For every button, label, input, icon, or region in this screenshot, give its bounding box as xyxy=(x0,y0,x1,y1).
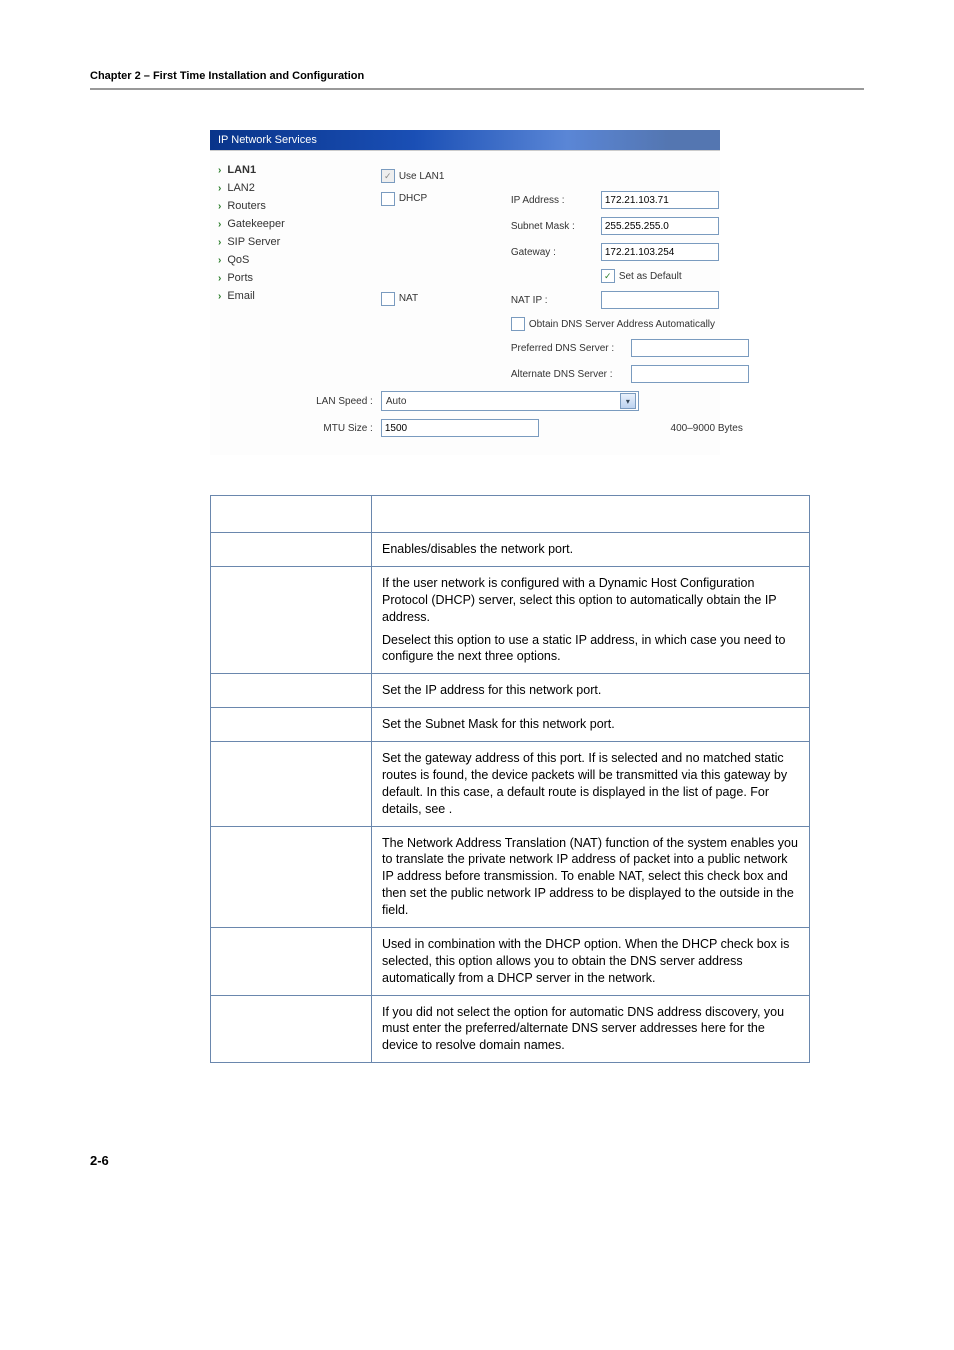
table-row: Set the Subnet Mask for this network por… xyxy=(211,708,810,742)
sidebar-item-lan2[interactable]: ›LAN2 xyxy=(216,179,287,197)
alternate-dns-label: Alternate DNS Server : xyxy=(511,369,631,380)
chevron-icon: › xyxy=(218,219,221,230)
subnet-mask-input[interactable] xyxy=(601,217,719,235)
table-row: The Network Address Translation (NAT) fu… xyxy=(211,826,810,927)
setting-name-cell xyxy=(211,708,372,742)
setting-desc-cell: The Network Address Translation (NAT) fu… xyxy=(372,826,810,927)
preferred-dns-input[interactable] xyxy=(631,339,749,357)
setting-name-cell xyxy=(211,742,372,827)
header-rule xyxy=(90,88,864,90)
obtain-dns-auto-checkbox[interactable]: Obtain DNS Server Address Automatically xyxy=(511,317,715,331)
setting-desc-cell: Set the gateway address of this port. If… xyxy=(372,742,810,827)
chevron-down-icon: ▾ xyxy=(620,393,636,409)
chevron-icon: › xyxy=(218,201,221,212)
chevron-icon: › xyxy=(218,165,221,176)
chapter-header: Chapter 2 – First Time Installation and … xyxy=(90,70,864,88)
chevron-icon: › xyxy=(218,291,221,302)
lan-speed-label: LAN Speed : xyxy=(293,396,381,407)
ip-address-label: IP Address : xyxy=(511,195,601,206)
sidebar-item-qos[interactable]: ›QoS xyxy=(216,251,287,269)
table-row: Used in combination with the DHCP option… xyxy=(211,927,810,995)
setting-desc-cell: If the user network is configured with a… xyxy=(372,566,810,673)
table-row: Enables/disables the network port. xyxy=(211,533,810,567)
setting-name-cell xyxy=(211,927,372,995)
preferred-dns-label: Preferred DNS Server : xyxy=(511,343,631,354)
settings-description-table: Enables/disables the network port. If th… xyxy=(210,495,810,1063)
setting-name-cell xyxy=(211,533,372,567)
checkbox-icon: ✓ xyxy=(601,269,615,283)
set-as-default-checkbox[interactable]: ✓Set as Default xyxy=(601,269,682,283)
window-title: IP Network Services xyxy=(210,130,720,150)
use-lan1-checkbox[interactable]: ✓Use LAN1 xyxy=(381,169,445,183)
table-header-setting xyxy=(211,496,372,533)
lan1-settings-screenshot: IP Network Services ›LAN1 ›LAN2 ›Routers… xyxy=(210,130,720,455)
gateway-label: Gateway : xyxy=(511,247,601,258)
sidebar-item-lan1[interactable]: ›LAN1 xyxy=(216,161,287,179)
lan-speed-select[interactable]: Auto▾ xyxy=(381,391,639,411)
page-number: 2-6 xyxy=(90,1153,864,1168)
gateway-input[interactable] xyxy=(601,243,719,261)
alternate-dns-input[interactable] xyxy=(631,365,749,383)
setting-name-cell xyxy=(211,826,372,927)
mtu-size-label: MTU Size : xyxy=(293,423,381,434)
checkbox-icon: ✓ xyxy=(381,169,395,183)
sidebar: ›LAN1 ›LAN2 ›Routers ›Gatekeeper ›SIP Se… xyxy=(210,151,293,455)
setting-name-cell xyxy=(211,995,372,1063)
setting-desc-cell: If you did not select the option for aut… xyxy=(372,995,810,1063)
sidebar-item-email[interactable]: ›Email xyxy=(216,287,287,305)
table-row: Set the gateway address of this port. If… xyxy=(211,742,810,827)
lan1-form: ✓Use LAN1 DHCP IP Address : Subnet Mask … xyxy=(293,151,759,455)
mtu-size-input[interactable] xyxy=(381,419,539,437)
setting-desc-cell: Set the Subnet Mask for this network por… xyxy=(372,708,810,742)
table-header-row xyxy=(211,496,810,533)
subnet-mask-label: Subnet Mask : xyxy=(511,221,601,232)
setting-name-cell xyxy=(211,674,372,708)
nat-ip-label: NAT IP : xyxy=(511,295,601,306)
nat-ip-input[interactable] xyxy=(601,291,719,309)
sidebar-item-routers[interactable]: ›Routers xyxy=(216,197,287,215)
sidebar-item-sip-server[interactable]: ›SIP Server xyxy=(216,233,287,251)
checkbox-icon xyxy=(381,192,395,206)
dhcp-checkbox[interactable]: DHCP xyxy=(381,192,427,206)
checkbox-icon xyxy=(381,292,395,306)
sidebar-item-ports[interactable]: ›Ports xyxy=(216,269,287,287)
checkbox-icon xyxy=(511,317,525,331)
chevron-icon: › xyxy=(218,273,221,284)
chevron-icon: › xyxy=(218,183,221,194)
mtu-size-hint: 400–9000 Bytes xyxy=(665,423,749,434)
table-header-description xyxy=(372,496,810,533)
setting-name-cell xyxy=(211,566,372,673)
table-row: If the user network is configured with a… xyxy=(211,566,810,673)
ip-address-input[interactable] xyxy=(601,191,719,209)
chevron-icon: › xyxy=(218,255,221,266)
table-row: If you did not select the option for aut… xyxy=(211,995,810,1063)
setting-desc-cell: Set the IP address for this network port… xyxy=(372,674,810,708)
sidebar-item-gatekeeper[interactable]: ›Gatekeeper xyxy=(216,215,287,233)
setting-desc-cell: Used in combination with the DHCP option… xyxy=(372,927,810,995)
nat-checkbox[interactable]: NAT xyxy=(381,292,418,306)
chevron-icon: › xyxy=(218,237,221,248)
setting-desc-cell: Enables/disables the network port. xyxy=(372,533,810,567)
table-row: Set the IP address for this network port… xyxy=(211,674,810,708)
